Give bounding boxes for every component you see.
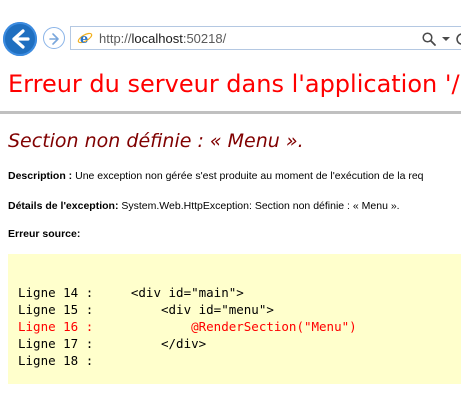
source-code-block: Ligne 14 : <div id="main"> Ligne 15 : <d… xyxy=(8,254,461,384)
address-bar[interactable]: e http://localhost:50218/ xyxy=(70,26,461,50)
code-line: Ligne 15 : <div id="menu"> xyxy=(18,302,274,317)
exception-text: System.Web.HttpException: Section non dé… xyxy=(118,200,400,212)
title-divider xyxy=(0,111,461,114)
description-label: Description : xyxy=(8,170,73,182)
code-line-error: Ligne 16 : @RenderSection("Menu") xyxy=(18,319,357,334)
code-line: Ligne 17 : </div> xyxy=(18,336,207,351)
url-text[interactable]: http://localhost:50218/ xyxy=(99,31,226,46)
forward-button[interactable] xyxy=(43,27,65,49)
description-text: Une exception non gérée s'est produite a… xyxy=(72,170,424,182)
exception-label: Détails de l'exception: xyxy=(8,200,119,212)
description-line: Description : Une exception non gérée s'… xyxy=(8,170,424,182)
exception-details-line: Détails de l'exception: System.Web.HttpE… xyxy=(8,200,400,212)
svg-text:e: e xyxy=(80,32,88,46)
source-error-line: Erreur source: xyxy=(8,228,80,240)
page-title: Erreur du serveur dans l'application '/ xyxy=(8,70,460,98)
arrow-right-icon xyxy=(49,33,59,45)
code-line: Ligne 18 : xyxy=(18,353,94,368)
arrow-left-icon xyxy=(12,29,30,49)
url-port: :50218/ xyxy=(182,31,227,46)
search-icon[interactable] xyxy=(421,31,437,47)
back-button[interactable] xyxy=(3,22,37,56)
chevron-down-icon[interactable] xyxy=(441,35,451,43)
ie-logo-icon: e xyxy=(77,32,93,46)
url-host: localhost xyxy=(131,31,183,46)
code-line: Ligne 14 : <div id="main"> xyxy=(18,285,244,300)
url-prefix: http:// xyxy=(99,31,132,46)
refresh-icon[interactable] xyxy=(455,31,461,47)
source-label: Erreur source: xyxy=(8,228,81,240)
browser-toolbar: e http://localhost:50218/ xyxy=(0,0,461,58)
error-heading: Section non définie : « Menu ». xyxy=(8,130,304,152)
